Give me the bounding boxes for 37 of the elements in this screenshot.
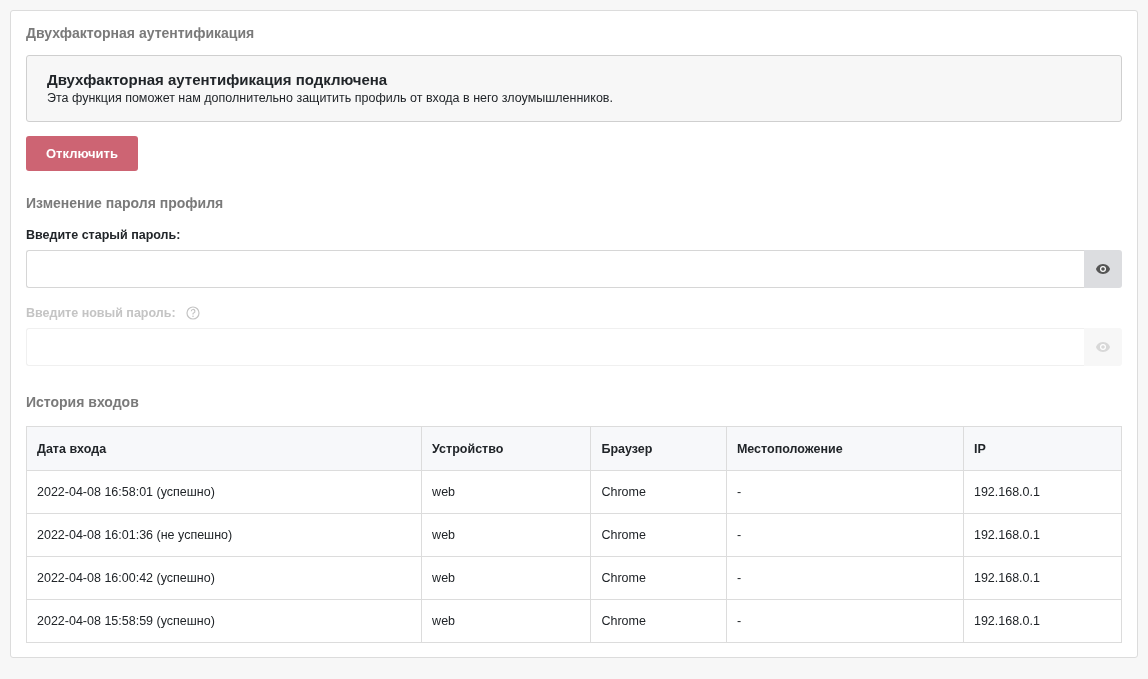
section-heading: История входов: [26, 394, 140, 410]
section-heading: Изменение пароля профиля: [26, 195, 225, 211]
column-header: Местоположение: [726, 426, 964, 471]
table-cell: -: [726, 513, 964, 557]
field-label: Введите старый пароль:: [26, 228, 181, 242]
table-cell: Chrome: [590, 599, 727, 643]
table-cell: web: [421, 599, 591, 643]
table-cell: -: [726, 556, 964, 600]
table-cell: web: [421, 470, 591, 514]
table-cell: 192.168.0.1: [963, 556, 1122, 600]
table-cell: 192.168.0.1: [963, 599, 1122, 643]
eye-icon: [1095, 263, 1111, 275]
field-label: Введите новый пароль:: [26, 306, 176, 320]
table-cell: 2022-04-08 16:01:36 (не успешно): [26, 513, 422, 557]
column-header: Браузер: [590, 426, 727, 471]
table-cell: -: [726, 470, 964, 514]
password-field[interactable]: [26, 250, 1084, 288]
table-cell: Chrome: [590, 470, 727, 514]
table-cell: 2022-04-08 16:58:01 (успешно): [26, 470, 422, 514]
table-cell: Chrome: [590, 513, 727, 557]
notice-title: Двухфакторная аутентификация подключена: [47, 71, 389, 88]
table-cell: 2022-04-08 15:58:59 (успешно): [26, 599, 422, 643]
table-cell: 192.168.0.1: [963, 470, 1122, 514]
table-cell: -: [726, 599, 964, 643]
disable-button[interactable]: Отключить: [26, 136, 138, 171]
column-header: Устройство: [421, 426, 591, 471]
show-password-button[interactable]: [1084, 250, 1122, 288]
column-header: Дата входа: [26, 426, 422, 471]
table-cell: web: [421, 513, 591, 557]
eye-icon: [1095, 341, 1111, 353]
table-cell: web: [421, 556, 591, 600]
table-cell: 192.168.0.1: [963, 513, 1122, 557]
notice-text: Эта функция поможет нам дополнительно защитить профиль от входа в него злоумышленников.: [47, 91, 614, 105]
section-heading: Двухфакторная аутентификация: [26, 25, 256, 41]
table-cell: Chrome: [590, 556, 727, 600]
column-header: IP: [963, 426, 1122, 471]
table-cell: 2022-04-08 16:00:42 (успешно): [26, 556, 422, 600]
